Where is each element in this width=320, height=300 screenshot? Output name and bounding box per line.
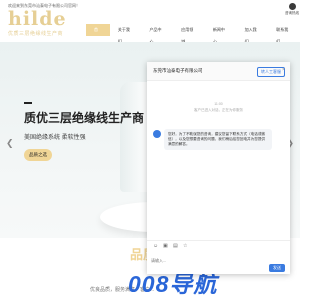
phone-label: 咨询热线 xyxy=(285,11,299,15)
nav-item-news[interactable]: 新闻中心 xyxy=(205,24,237,44)
logo[interactable]: hilde 优质三层绝缘线生产商 xyxy=(8,10,68,40)
nav-item-applications[interactable]: 应用领域 xyxy=(173,24,205,44)
chat-header: 东莞市汕泰电子有限公司 转人工客服 × xyxy=(147,62,290,81)
hero-title: 质优三层绝缘线生产商 xyxy=(24,111,145,125)
nav-item-contact[interactable]: 联系我们 xyxy=(268,24,300,44)
chat-input[interactable] xyxy=(151,252,251,268)
close-icon[interactable]: × xyxy=(282,67,285,73)
chat-window: 东莞市汕泰电子有限公司 转人工客服 × 11:00 客户已进入对话，正在为你服务… xyxy=(147,62,290,274)
hero-text: 质优三层绝缘线生产商 美国绝缘系统 柔软性强 品质之选 xyxy=(24,102,144,161)
rating-icon[interactable]: ☆ xyxy=(183,243,187,249)
hero-subtitle: 美国绝缘系统 柔软性强 xyxy=(24,135,86,141)
nav-item-products[interactable]: 产品中心 xyxy=(142,24,174,44)
transfer-agent-button[interactable]: 转人工客服 xyxy=(257,67,285,77)
logo-tagline: 优质三层绝缘线生产商 xyxy=(8,31,64,37)
hero-dash xyxy=(24,102,32,104)
nav-item-join[interactable]: 加入我们 xyxy=(237,24,269,44)
chat-toolbar: ☺ ▣ ▤ ☆ xyxy=(147,240,290,251)
send-button[interactable]: 发送 xyxy=(269,264,285,272)
message-time: 11:00 xyxy=(214,102,223,106)
nav-item-about[interactable]: 关于我们 xyxy=(110,24,142,44)
phone-float[interactable]: 咨询热线 xyxy=(284,3,300,16)
bot-avatar xyxy=(153,130,161,138)
image-icon[interactable]: ▣ xyxy=(163,243,168,249)
emoji-icon[interactable]: ☺ xyxy=(153,243,158,249)
file-icon[interactable]: ▤ xyxy=(173,243,178,249)
main-nav: 首页 关于我们 产品中心 应用领域 新闻中心 加入我们 联系我们 xyxy=(86,24,300,44)
phone-icon xyxy=(288,3,296,10)
bot-message: 您好，为了不耽误您的咨询，建议您留下联系方式（电话或微信），以及您想要咨询的问题… xyxy=(164,129,272,150)
system-message: 客户已进入对话，正在为你服务 xyxy=(194,108,243,112)
logo-mark: hilde xyxy=(8,8,67,30)
chat-company-name: 东莞市汕泰电子有限公司 xyxy=(153,68,203,73)
nav-item-home[interactable]: 首页 xyxy=(86,24,110,44)
slider-prev-arrow-icon[interactable]: ❮ xyxy=(6,138,14,149)
hero-button[interactable]: 品质之选 xyxy=(24,149,52,161)
